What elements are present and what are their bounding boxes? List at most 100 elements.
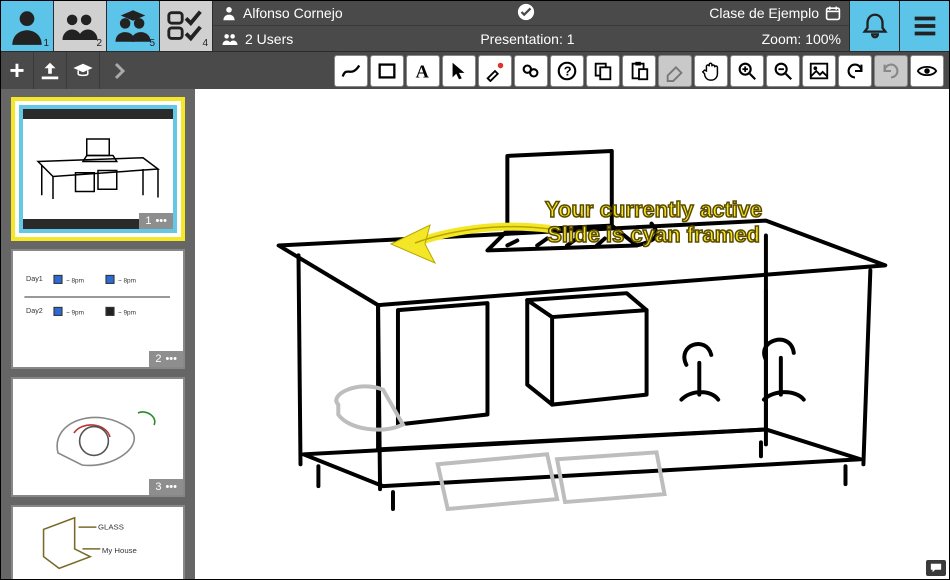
tool-paste[interactable] xyxy=(622,55,656,87)
mode-tab-checklist[interactable]: 4 xyxy=(160,1,213,51)
mode-tab-class[interactable]: 5 xyxy=(107,1,160,51)
slide-thumb-2[interactable]: Day1 ~ 8pm ~ 8pm Day2 ~ 9pm ~ 9pm xyxy=(11,249,185,369)
tool-eraser[interactable] xyxy=(658,55,692,87)
tool-freehand[interactable] xyxy=(334,55,368,87)
callout-line1: Your currently active xyxy=(545,197,762,222)
svg-text:A: A xyxy=(416,61,430,81)
arrow-left-icon xyxy=(385,217,555,267)
tool-help[interactable]: ? xyxy=(550,55,584,87)
tool-redo[interactable] xyxy=(874,55,908,87)
svg-text:~ 9pm: ~ 9pm xyxy=(66,310,84,317)
slide-number: 1 xyxy=(145,215,151,227)
person-small-icon xyxy=(221,5,237,21)
callout-line2: Slide is cyan framed xyxy=(545,222,762,247)
svg-text:Day1: Day1 xyxy=(26,274,43,283)
canvas-drawing-desk xyxy=(209,95,935,565)
tool-undo[interactable] xyxy=(838,55,872,87)
tool-pointer[interactable] xyxy=(442,55,476,87)
chevron-right-icon xyxy=(113,62,127,80)
pan-hand-icon xyxy=(700,60,722,82)
mode-tab-solo[interactable]: 1 xyxy=(1,1,54,51)
eyedropper-icon xyxy=(484,60,506,82)
paste-icon xyxy=(628,60,650,82)
freehand-icon xyxy=(340,60,362,82)
plus-icon: + xyxy=(9,55,24,86)
pointer-arrow-icon xyxy=(448,60,470,82)
ellipsis-icon[interactable]: ••• xyxy=(165,481,177,493)
zoom-label: Zoom: 100% xyxy=(762,31,841,47)
text-icon: A xyxy=(412,60,434,82)
app-root: 1 2 5 xyxy=(0,0,950,580)
zoom-out-icon xyxy=(772,60,794,82)
svg-text:~ 8pm: ~ 8pm xyxy=(118,278,136,285)
copy-icon xyxy=(592,60,614,82)
teacher-button[interactable] xyxy=(67,52,100,90)
tool-visibility[interactable] xyxy=(910,55,944,87)
slide-thumb-1-wrap: 1 ••• xyxy=(1,89,195,241)
ellipsis-icon[interactable]: ••• xyxy=(165,353,177,365)
mode-tab-solo-sub: 1 xyxy=(43,38,49,49)
svg-text:?: ? xyxy=(564,64,572,79)
slide-3-sketch-doodle xyxy=(18,387,178,487)
slide-thumb-1[interactable]: 1 ••• xyxy=(19,105,177,233)
slide-2-sketch-notes: Day1 ~ 8pm ~ 8pm Day2 ~ 9pm ~ 9pm xyxy=(18,259,178,359)
top-info: Alfonso Cornejo Clase de Ejemplo 2 Users… xyxy=(213,1,849,51)
tool-zoom-out[interactable] xyxy=(766,55,800,87)
svg-text:Day2: Day2 xyxy=(26,306,43,315)
slide-number: 2 xyxy=(155,353,161,365)
speech-bubble-icon xyxy=(929,562,943,574)
mode-tabs: 1 2 5 xyxy=(1,1,213,51)
calendar-icon[interactable] xyxy=(825,5,841,21)
graduation-cap-icon xyxy=(71,60,95,82)
svg-text:~ 9pm: ~ 9pm xyxy=(118,310,136,317)
slide-thumb-3[interactable]: 3 ••• xyxy=(11,377,185,497)
tool-eyedropper[interactable] xyxy=(478,55,512,87)
slide-4-sketch-house: GLASS My House xyxy=(18,510,178,579)
main-area: 1 ••• Day1 ~ 8pm ~ 8pm xyxy=(1,89,949,579)
mode-tab-class-sub: 5 xyxy=(149,38,155,49)
slide-thumbnails[interactable]: 1 ••• Day1 ~ 8pm ~ 8pm xyxy=(1,89,195,579)
eye-icon xyxy=(916,60,938,82)
undo-icon xyxy=(844,60,866,82)
tool-copy[interactable] xyxy=(586,55,620,87)
upload-button[interactable] xyxy=(34,52,67,90)
presentation-label: Presentation: 1 xyxy=(480,31,574,47)
users-count-label: 2 Users xyxy=(245,31,293,47)
help-icon: ? xyxy=(556,60,578,82)
canvas-stage[interactable]: Your currently active Slide is cyan fram… xyxy=(195,89,949,579)
person-icon xyxy=(6,5,48,47)
tool-zoom-in[interactable] xyxy=(730,55,764,87)
top-bar: 1 2 5 xyxy=(1,1,949,51)
people-small-icon xyxy=(221,31,239,47)
hamburger-icon xyxy=(910,11,940,41)
tool-text[interactable]: A xyxy=(406,55,440,87)
add-slide-button[interactable]: + xyxy=(1,52,34,90)
eraser-icon xyxy=(664,60,686,82)
notifications-button[interactable] xyxy=(849,1,899,51)
svg-text:~ 8pm: ~ 8pm xyxy=(66,278,84,285)
checklist-icon xyxy=(165,5,207,47)
rectangle-icon xyxy=(376,60,398,82)
slide-thumb-active-highlight: 1 ••• xyxy=(11,97,185,241)
slide-thumb-4[interactable]: GLASS My House xyxy=(11,505,185,579)
chat-button[interactable] xyxy=(926,560,946,576)
people-icon xyxy=(59,5,101,47)
slide-1-sketch-desk xyxy=(23,124,173,214)
tool-link[interactable] xyxy=(514,55,548,87)
zoom-in-icon xyxy=(736,60,758,82)
panel-collapse-button[interactable] xyxy=(100,52,140,90)
toolbar: + A ? xyxy=(1,51,949,89)
tool-image[interactable] xyxy=(802,55,836,87)
bell-icon xyxy=(860,11,890,41)
tool-rectangle[interactable] xyxy=(370,55,404,87)
menu-button[interactable] xyxy=(899,1,949,51)
check-circle-icon[interactable] xyxy=(517,3,535,21)
ellipsis-icon[interactable]: ••• xyxy=(155,215,167,227)
slide-number: 3 xyxy=(155,481,161,493)
tool-pan[interactable] xyxy=(694,55,728,87)
callout-text: Your currently active Slide is cyan fram… xyxy=(545,197,762,248)
username-label: Alfonso Cornejo xyxy=(243,5,343,21)
image-icon xyxy=(808,60,830,82)
svg-text:GLASS: GLASS xyxy=(98,522,124,531)
mode-tab-group[interactable]: 2 xyxy=(54,1,107,51)
